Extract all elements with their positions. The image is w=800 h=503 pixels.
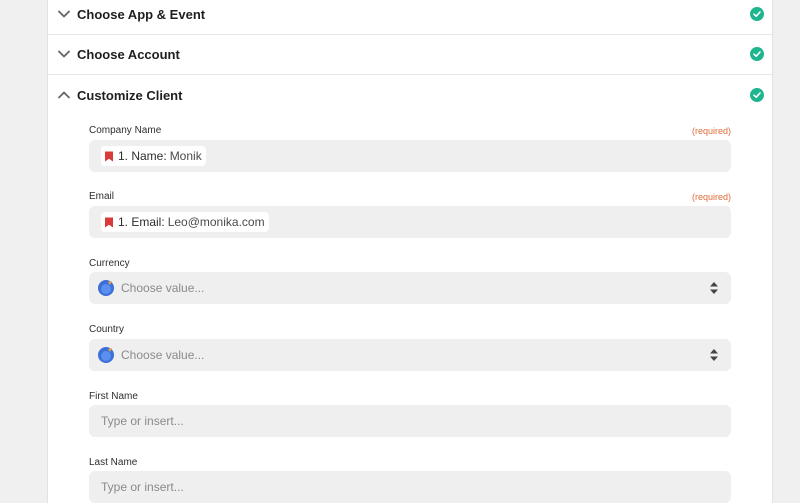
mapped-value-pill[interactable]: 1. Name: Monik xyxy=(101,146,206,166)
updown-arrows-icon xyxy=(710,282,718,294)
first-name-label: First Name xyxy=(89,391,138,402)
section-customize-client[interactable]: Customize Client xyxy=(48,75,772,115)
app-logo-icon xyxy=(98,347,114,363)
company-name-field[interactable]: 1. Name: Monik xyxy=(89,140,731,172)
chevron-down-icon xyxy=(58,10,70,18)
currency-select[interactable]: Choose value... xyxy=(89,272,731,304)
email-field[interactable]: 1. Email: Leo@monika.com xyxy=(89,206,731,238)
pill-key: 1. Name: xyxy=(118,149,167,163)
section-title: Customize Client xyxy=(77,87,183,103)
section-title: Choose Account xyxy=(77,46,180,62)
chevron-down-icon xyxy=(58,50,70,58)
mapped-value-pill[interactable]: 1. Email: Leo@monika.com xyxy=(101,212,269,232)
updown-arrows-icon xyxy=(710,349,718,361)
country-label: Country xyxy=(89,324,125,335)
check-circle-icon xyxy=(750,88,764,102)
pill-key: 1. Email: xyxy=(118,215,165,229)
company-name-label: Company Name xyxy=(89,125,162,136)
currency-label: Currency xyxy=(89,258,130,269)
step-bookmark-icon xyxy=(105,217,113,227)
first-name-placeholder: Type or insert... xyxy=(101,414,184,428)
pill-value: Leo@monika.com xyxy=(167,215,265,229)
last-name-field[interactable]: Type or insert... xyxy=(89,471,731,503)
country-select[interactable]: Choose value... xyxy=(89,339,731,371)
last-name-placeholder: Type or insert... xyxy=(101,480,184,494)
required-indicator: (required) xyxy=(691,192,731,202)
required-indicator: (required) xyxy=(691,126,731,136)
check-circle-icon xyxy=(750,7,764,21)
chevron-up-icon xyxy=(58,91,70,99)
email-label: Email xyxy=(89,191,115,202)
section-choose-account[interactable]: Choose Account xyxy=(48,34,772,75)
last-name-label: Last Name xyxy=(89,457,138,468)
section-choose-app-event[interactable]: Choose App & Event xyxy=(48,0,772,35)
first-name-field[interactable]: Type or insert... xyxy=(89,405,731,437)
check-circle-icon xyxy=(750,47,764,61)
pill-value: Monik xyxy=(169,149,202,163)
app-logo-icon xyxy=(98,280,114,296)
step-bookmark-icon xyxy=(105,151,113,161)
country-placeholder: Choose value... xyxy=(121,348,205,362)
step-editor-panel: Choose App & Event Choose Account Custom… xyxy=(47,0,773,503)
currency-placeholder: Choose value... xyxy=(121,281,205,295)
section-title: Choose App & Event xyxy=(77,6,206,22)
